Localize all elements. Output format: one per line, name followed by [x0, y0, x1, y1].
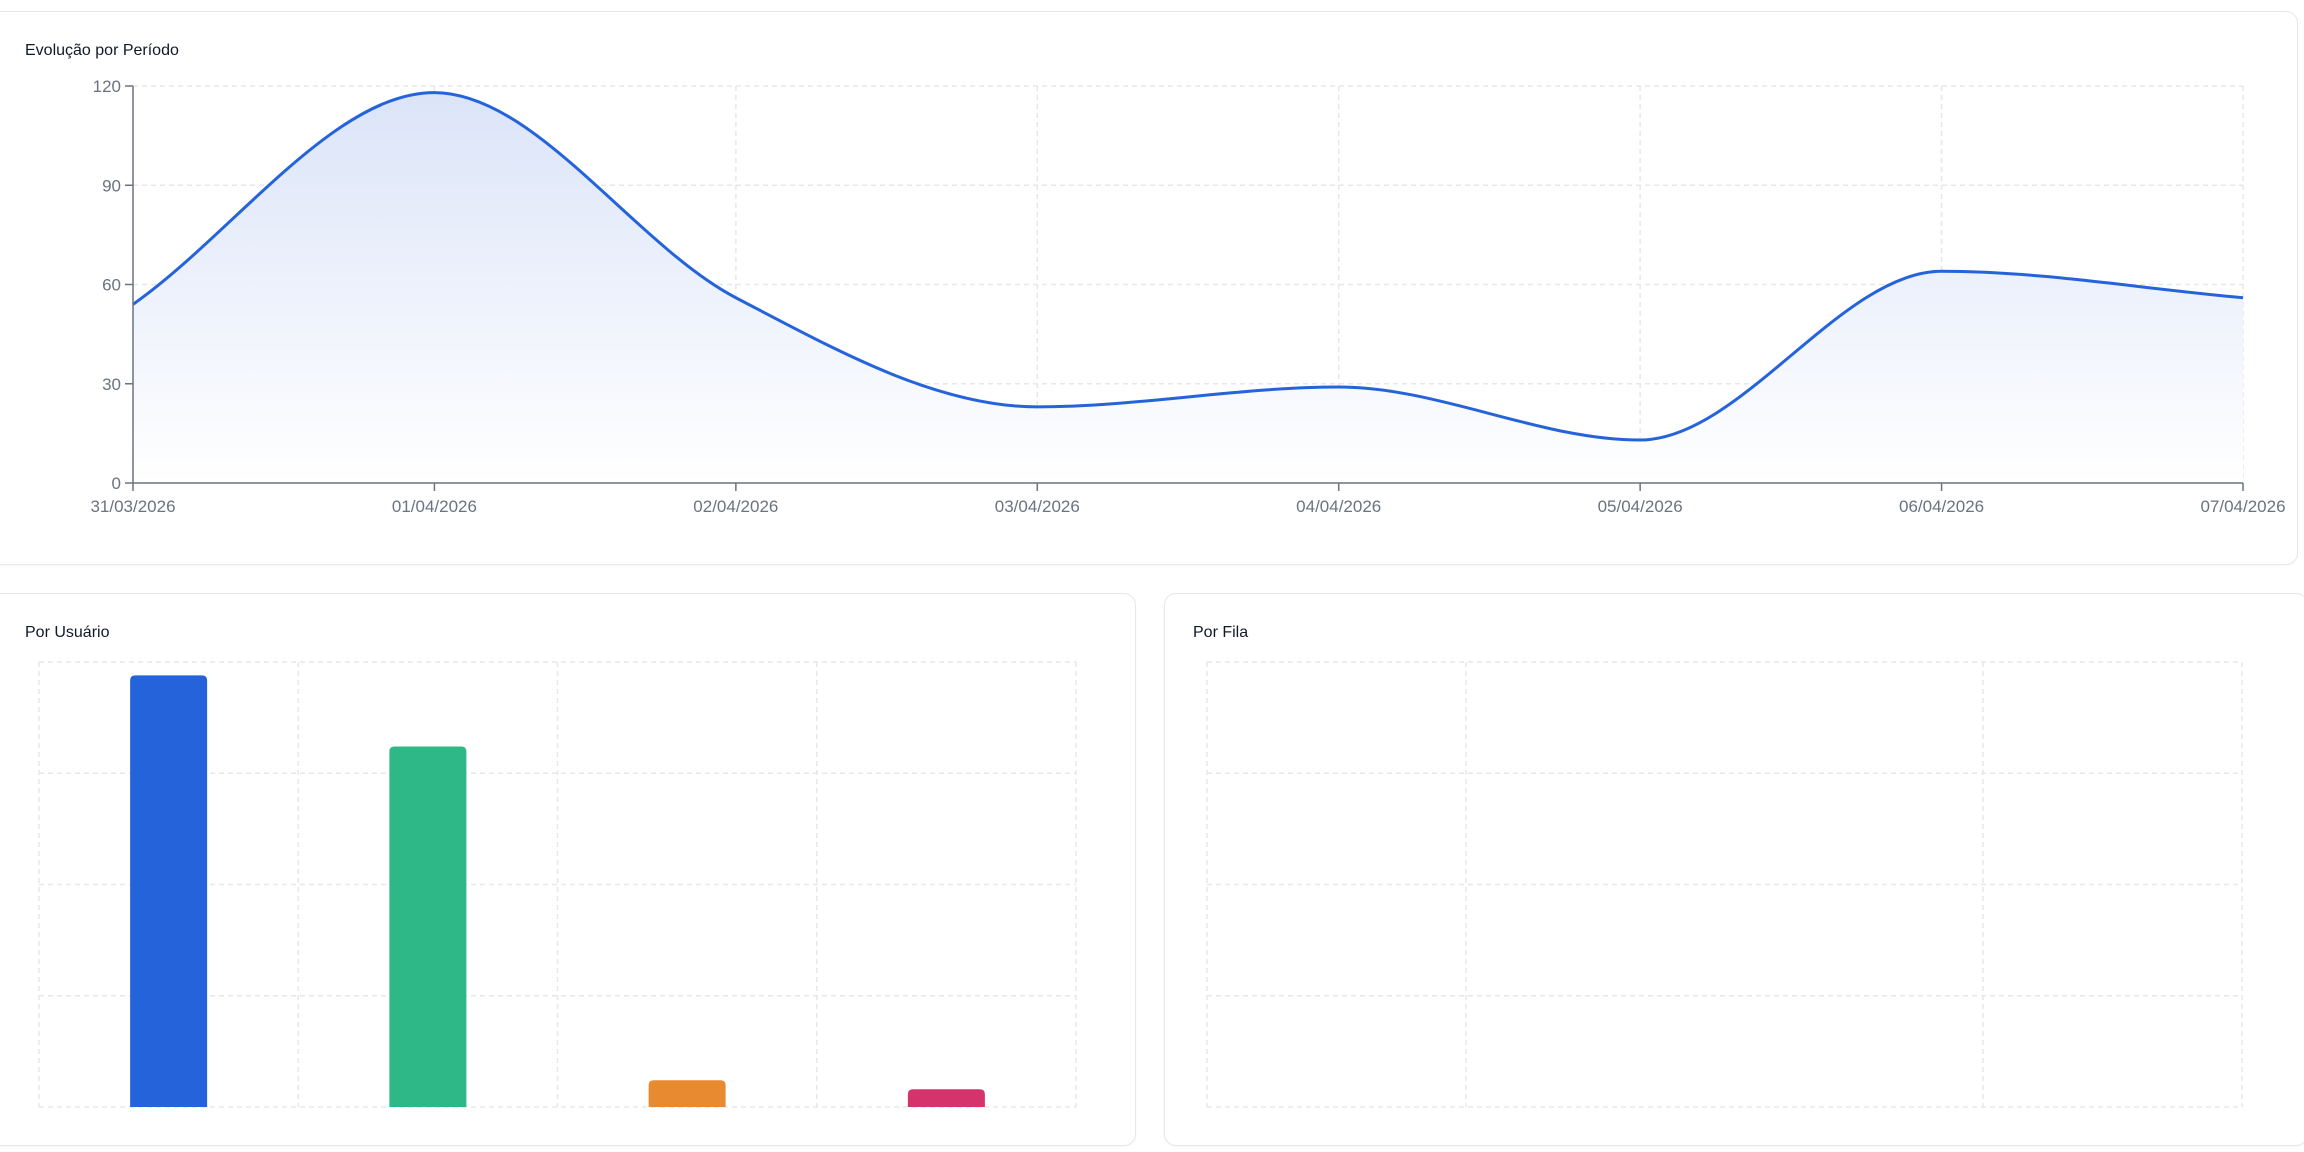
evolution-area-chart: 0 30 60 90 120 31/03/2026 01/04/2026 02/04/2026… — [90, 77, 2285, 516]
x-tick-label: 04/04/2026 — [1296, 497, 1381, 516]
by-user-chart-card: Por Usuário — [0, 593, 1136, 1146]
y-tick-label: 120 — [93, 77, 121, 96]
x-tick-label: 31/03/2026 — [90, 497, 175, 516]
y-tick-label: 30 — [102, 375, 121, 394]
x-tick-label: 01/04/2026 — [392, 497, 477, 516]
x-tick-label: 05/04/2026 — [1598, 497, 1683, 516]
x-tick-label: 07/04/2026 — [2200, 497, 2285, 516]
bar — [389, 746, 467, 1107]
x-tick-label: 02/04/2026 — [693, 497, 778, 516]
x-tick-label: 03/04/2026 — [995, 497, 1080, 516]
evolution-chart-card: Evolução por Período 0 30 60 90 120 31/03/202… — [0, 11, 2298, 565]
y-tick-label: 0 — [112, 474, 121, 493]
by-queue-bar-chart — [1206, 661, 2243, 1108]
y-tick-label: 90 — [102, 176, 121, 195]
series-area-fill — [133, 92, 2243, 483]
y-tick-label: 60 — [102, 276, 121, 295]
by-queue-chart-card: Por Fila — [1164, 593, 2304, 1146]
by-user-bar-chart — [38, 661, 1077, 1108]
x-tick-label: 06/04/2026 — [1899, 497, 1984, 516]
bar — [648, 1080, 726, 1107]
bar — [907, 1089, 985, 1107]
bar — [130, 675, 208, 1107]
